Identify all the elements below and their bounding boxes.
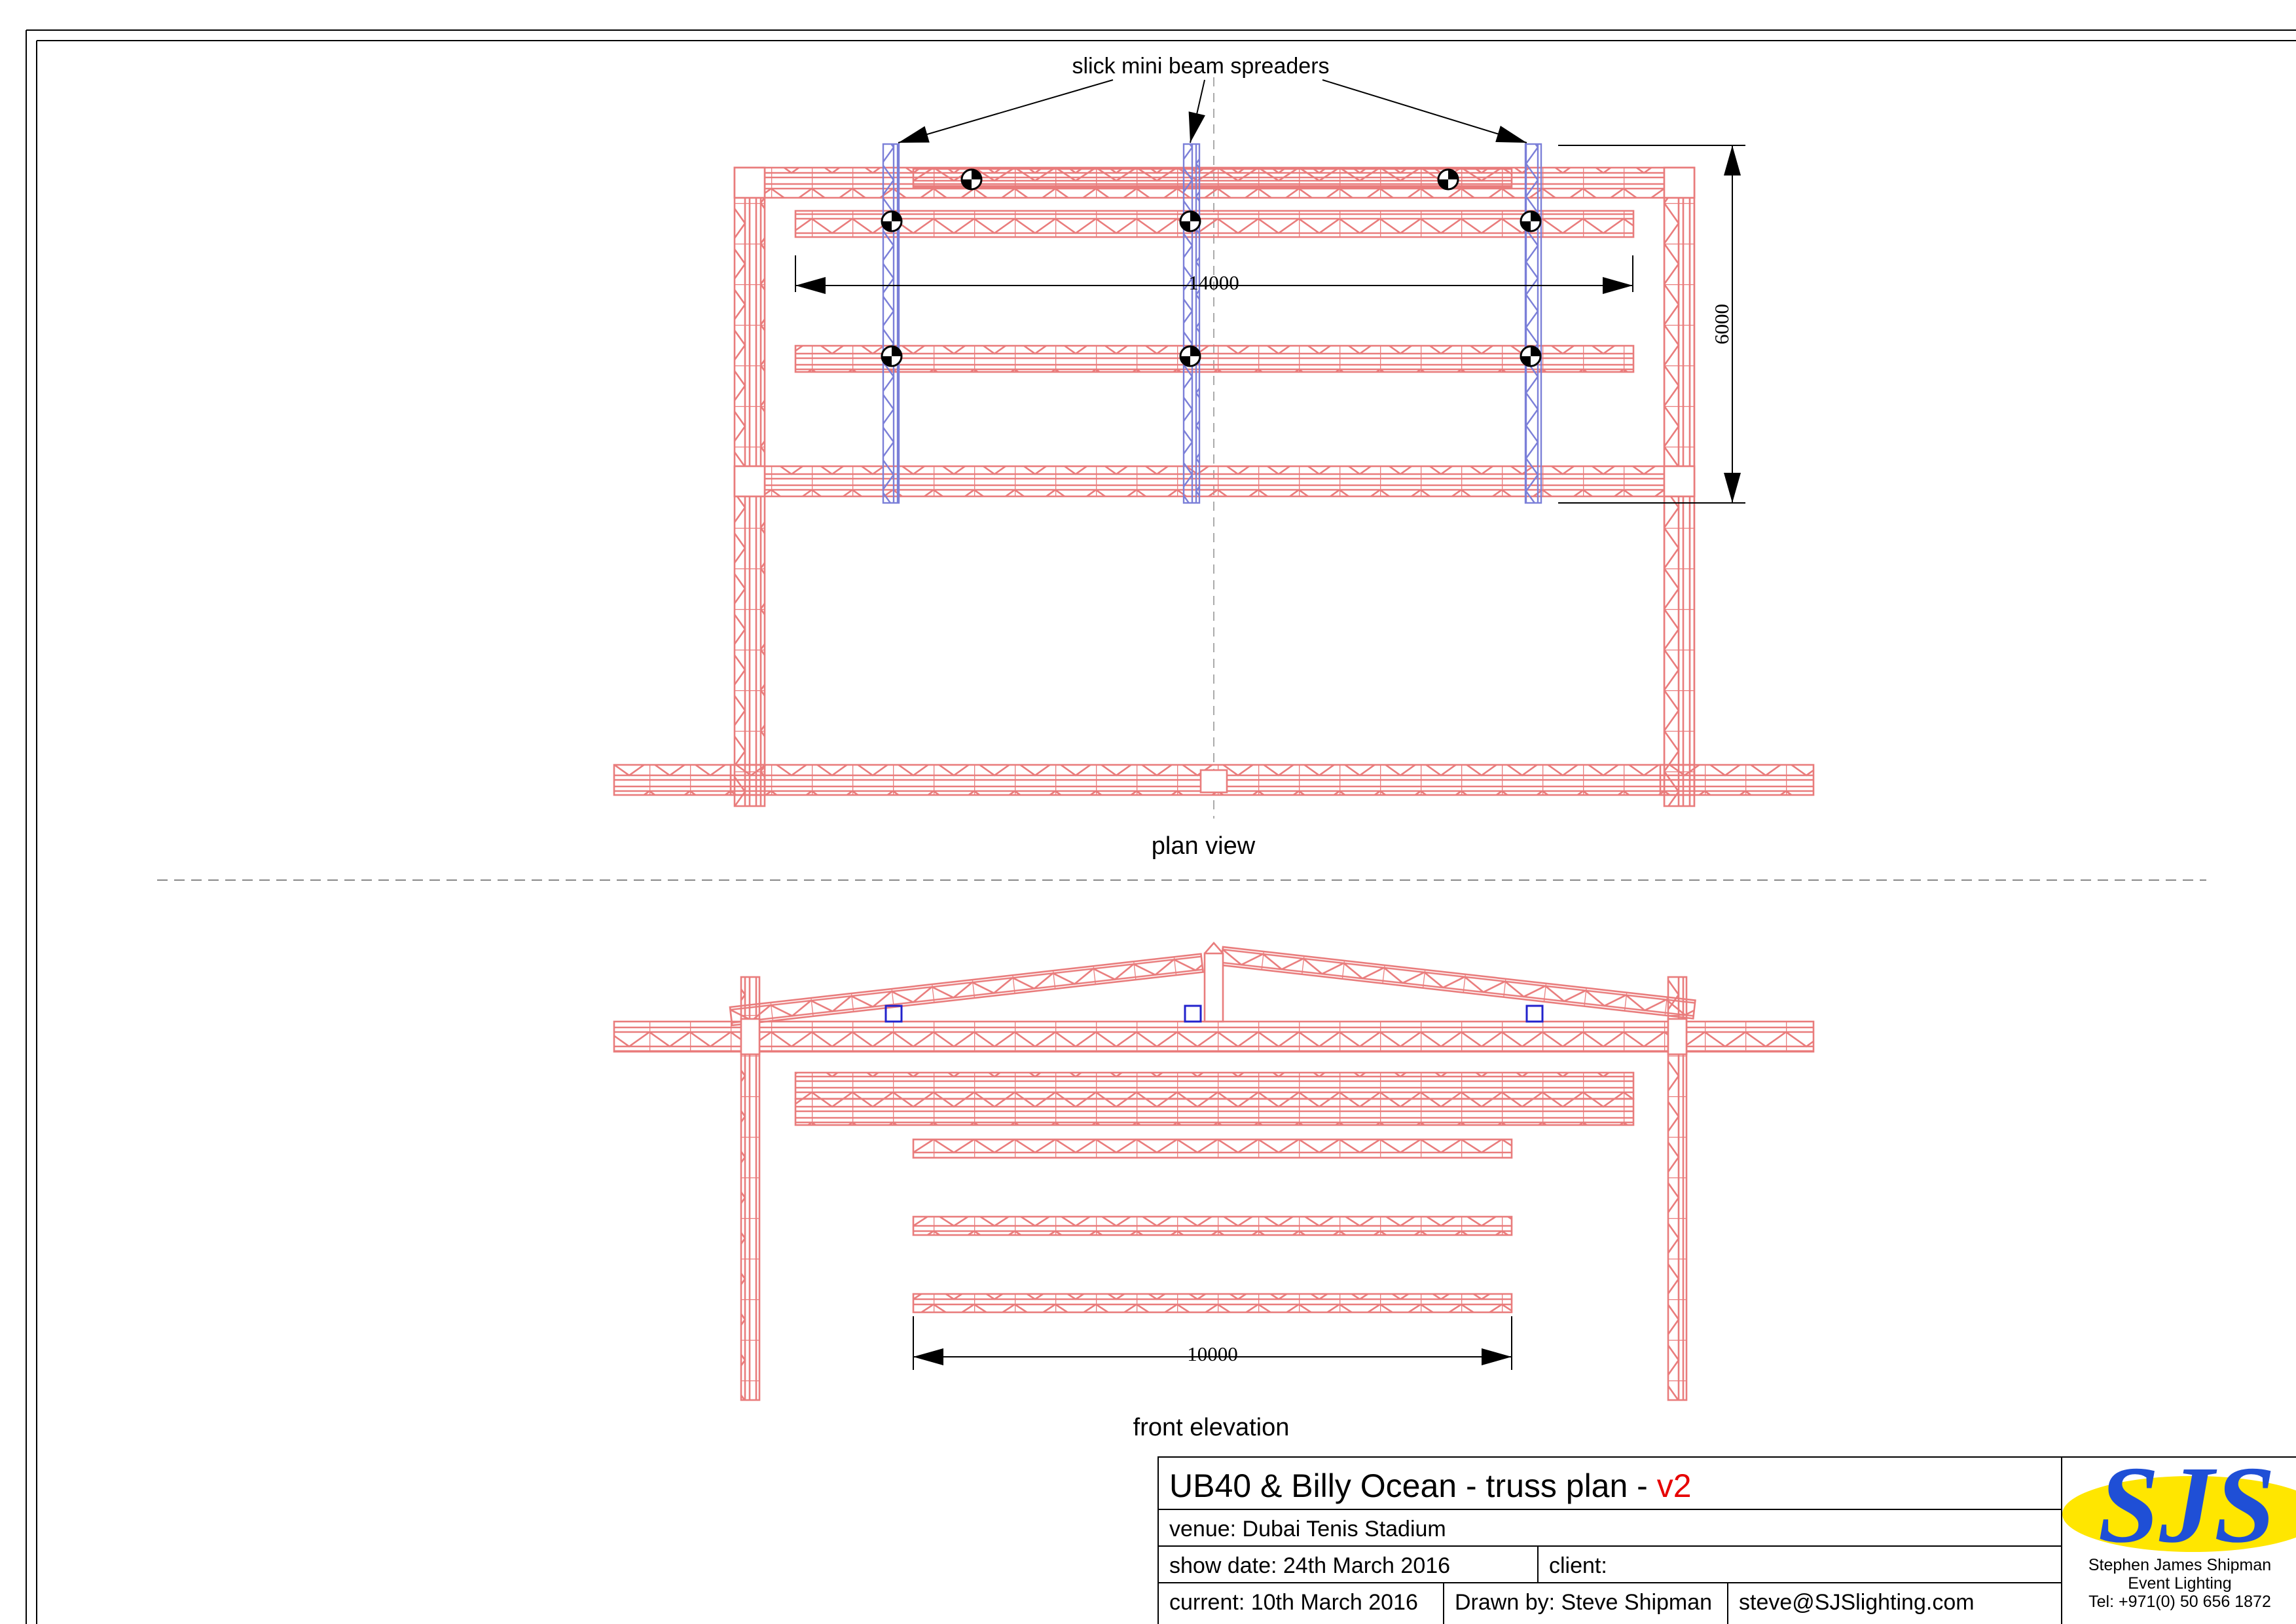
title-text: UB40 & Billy Ocean - truss plan - [1169,1467,1657,1504]
spreaders-label: slick mini beam spreaders [1072,54,1329,79]
drawing-border [26,29,2296,1624]
dimension-10000-label: 10000 [1187,1342,1238,1365]
front-elevation: 10000 front elevation [613,942,1815,1441]
spreader-right [1524,143,1542,504]
show-date-field: show date: 24th March 2016 [1159,1547,1539,1582]
spreader-centre [1182,143,1201,504]
email-field: steve@SJSlighting.com [1728,1583,2062,1624]
logo-phone: Tel: +971(0) 50 656 1872 [2088,1593,2271,1611]
front-elevation-label: front elevation [1133,1414,1290,1441]
dimension-10000: 10000 [913,1316,1512,1370]
company-logo: SJS Stephen James Shipman Event Lighting… [2061,1456,2296,1624]
info-row: current: 10th March 2016 Drawn by: Steve… [1157,1582,2062,1624]
client-field: client: [1539,1547,2062,1582]
spreader-left [882,143,900,504]
plan-view-label: plan view [1152,832,1256,860]
date-row: show date: 24th March 2016 client: [1157,1545,2062,1582]
logo-tagline: Event Lighting [2128,1574,2232,1593]
current-date-field: current: 10th March 2016 [1159,1583,1444,1624]
logo-company-name: Stephen James Shipman [2088,1556,2272,1574]
drawn-by-field: Drawn by: Steve Shipman [1444,1583,1728,1624]
title-block: UB40 & Billy Ocean - truss plan - v2 ven… [1157,1456,2296,1624]
dimension-14000-label: 14000 [1188,271,1239,294]
drawing-title: UB40 & Billy Ocean - truss plan - v2 [1159,1458,2062,1509]
logo-letters: SJS [2098,1458,2276,1556]
title-row: UB40 & Billy Ocean - truss plan - v2 [1157,1456,2062,1509]
venue-field: venue: Dubai Tenis Stadium [1159,1510,2062,1545]
dimension-6000-label: 6000 [1710,304,1733,344]
truss-drawing: slick mini beam spreaders 14000 6000 pla… [26,29,2296,1624]
dimension-6000: 6000 [1558,145,1745,504]
dimension-14000: 14000 [795,255,1633,294]
plan-view: slick mini beam spreaders 14000 6000 pla… [613,54,1815,860]
venue-row: venue: Dubai Tenis Stadium [1157,1509,2062,1545]
sjs-logo-icon: SJS [2062,1458,2296,1566]
version-label: v2 [1656,1467,1692,1504]
